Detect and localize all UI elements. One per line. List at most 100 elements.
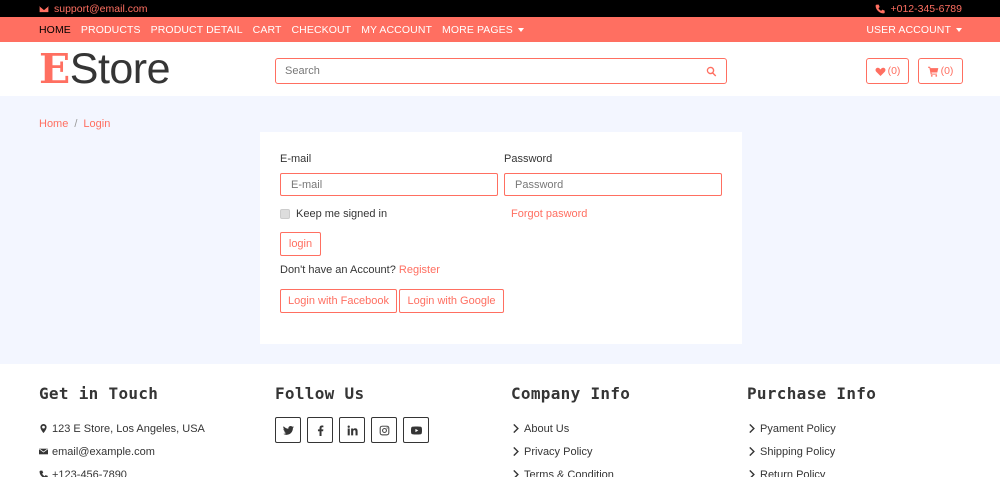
phone-icon xyxy=(876,4,886,13)
support-phone-text: +012-345-6789 xyxy=(890,2,962,15)
footer-link-payment-text: Pyament Policy xyxy=(760,422,836,435)
footer-follow: Follow Us xyxy=(275,384,429,443)
logo[interactable]: E Store xyxy=(39,44,171,93)
footer-link-privacy-text: Privacy Policy xyxy=(524,445,593,458)
footer-link-about[interactable]: About Us xyxy=(511,417,630,440)
nav-products[interactable]: PRODUCTS xyxy=(81,24,141,36)
login-google-button[interactable]: Login with Google xyxy=(399,289,504,313)
footer-address: 123 E Store, Los Angeles, USA xyxy=(39,417,205,440)
instagram-link[interactable] xyxy=(371,417,397,443)
chevron-right-icon xyxy=(513,424,519,433)
footer-address-text: 123 E Store, Los Angeles, USA xyxy=(52,422,205,435)
nav-cart[interactable]: CART xyxy=(253,24,282,36)
logo-initial: E xyxy=(39,44,70,93)
footer-phone[interactable]: +123-456-7890 xyxy=(39,463,205,477)
footer-email-text: email@example.com xyxy=(52,445,155,458)
footer-link-shipping[interactable]: Shipping Policy xyxy=(747,440,876,463)
logo-text: Store xyxy=(69,44,171,93)
password-label: Password xyxy=(504,153,553,165)
checkbox-box[interactable] xyxy=(280,209,290,219)
nav-more-pages-label: MORE PAGES xyxy=(442,23,513,36)
header: E Store Search (0) (0) xyxy=(0,42,1000,96)
footer-company-title: Company Info xyxy=(511,384,631,403)
email-field[interactable]: E-mail xyxy=(280,173,498,196)
search-input[interactable]: Search xyxy=(275,58,727,84)
top-bar: support@email.com +012-345-6789 xyxy=(0,0,1000,17)
chevron-right-icon xyxy=(513,447,519,456)
footer-link-return-text: Return Policy xyxy=(760,468,826,477)
footer-contact: Get in Touch 123 E Store, Los Angeles, U… xyxy=(39,384,205,477)
password-placeholder: Password xyxy=(515,178,564,191)
chevron-right-icon xyxy=(749,424,755,433)
envelope-icon xyxy=(39,5,49,12)
forgot-password-link[interactable]: Forgot pasword xyxy=(511,208,587,220)
email-label: E-mail xyxy=(280,153,312,165)
footer-contact-title: Get in Touch xyxy=(39,384,159,403)
footer: Get in Touch 123 E Store, Los Angeles, U… xyxy=(0,364,1000,477)
nav-checkout[interactable]: CHECKOUT xyxy=(291,24,351,36)
chevron-right-icon xyxy=(749,470,755,477)
twitter-link[interactable] xyxy=(275,417,301,443)
search-placeholder: Search xyxy=(285,65,320,77)
main-nav: HOME PRODUCTS PRODUCT DETAIL CART CHECKO… xyxy=(0,17,1000,42)
breadcrumb: Home / Login xyxy=(39,118,110,130)
chevron-right-icon xyxy=(749,447,755,456)
social-links xyxy=(275,417,429,443)
breadcrumb-separator: / xyxy=(74,118,78,130)
footer-link-return[interactable]: Return Policy xyxy=(747,463,876,477)
heart-icon xyxy=(875,67,886,76)
footer-link-privacy[interactable]: Privacy Policy xyxy=(511,440,630,463)
nav-user-account[interactable]: USER ACCOUNT xyxy=(866,24,962,36)
keep-signed-checkbox[interactable]: Keep me signed in xyxy=(280,208,387,220)
cart-button[interactable]: (0) xyxy=(918,58,963,84)
footer-company: Company Info About Us Privacy Policy Ter… xyxy=(511,384,630,477)
login-facebook-button[interactable]: Login with Facebook xyxy=(280,289,397,313)
map-marker-icon xyxy=(40,424,47,433)
footer-purchase-title: Purchase Info xyxy=(747,384,877,403)
cart-icon xyxy=(927,66,938,77)
footer-link-shipping-text: Shipping Policy xyxy=(760,445,836,458)
footer-follow-title: Follow Us xyxy=(275,384,365,403)
footer-purchase: Purchase Info Pyament Policy Shipping Po… xyxy=(747,384,876,477)
caret-down-icon xyxy=(517,27,524,32)
wishlist-count: (0) xyxy=(887,65,901,77)
nav-home[interactable]: HOME xyxy=(39,24,71,36)
support-email[interactable]: support@email.com xyxy=(39,3,148,15)
linkedin-link[interactable] xyxy=(339,417,365,443)
login-button[interactable]: login xyxy=(280,232,321,256)
footer-link-terms[interactable]: Terms & Condition xyxy=(511,463,630,477)
linkedin-icon xyxy=(347,425,358,435)
footer-phone-text: +123-456-7890 xyxy=(52,468,127,477)
nav-more-pages[interactable]: MORE PAGES xyxy=(442,24,524,36)
cart-count: (0) xyxy=(940,65,954,77)
register-link[interactable]: Register xyxy=(399,264,440,276)
facebook-link[interactable] xyxy=(307,417,333,443)
caret-down-icon xyxy=(956,27,962,32)
youtube-link[interactable] xyxy=(403,417,429,443)
phone-icon xyxy=(39,470,48,477)
email-placeholder: E-mail xyxy=(291,178,323,191)
nav-product-detail[interactable]: PRODUCT DETAIL xyxy=(151,24,243,36)
breadcrumb-home[interactable]: Home xyxy=(39,118,68,130)
instagram-icon xyxy=(379,425,389,435)
login-card: E-mail E-mail Password Password Keep me … xyxy=(260,132,742,344)
support-email-text: support@email.com xyxy=(54,2,148,15)
footer-link-about-text: About Us xyxy=(524,422,570,435)
footer-link-payment[interactable]: Pyament Policy xyxy=(747,417,876,440)
search-icon[interactable] xyxy=(706,66,717,77)
twitter-icon xyxy=(282,425,294,435)
envelope-icon xyxy=(39,448,48,455)
footer-link-terms-text: Terms & Condition xyxy=(524,468,614,477)
nav-my-account[interactable]: MY ACCOUNT xyxy=(361,24,432,36)
footer-email[interactable]: email@example.com xyxy=(39,440,205,463)
youtube-icon xyxy=(410,426,422,434)
password-field[interactable]: Password xyxy=(504,173,722,196)
breadcrumb-current: Login xyxy=(83,118,111,130)
support-phone[interactable]: +012-345-6789 xyxy=(875,3,962,15)
chevron-right-icon xyxy=(513,470,519,477)
keep-signed-label: Keep me signed in xyxy=(296,208,388,220)
register-prompt: Don't have an Account? Register xyxy=(280,264,440,276)
main-content: Home / Login E-mail E-mail Password Pass… xyxy=(0,96,1000,364)
wishlist-button[interactable]: (0) xyxy=(866,58,909,84)
nav-user-account-label: USER ACCOUNT xyxy=(866,23,951,36)
